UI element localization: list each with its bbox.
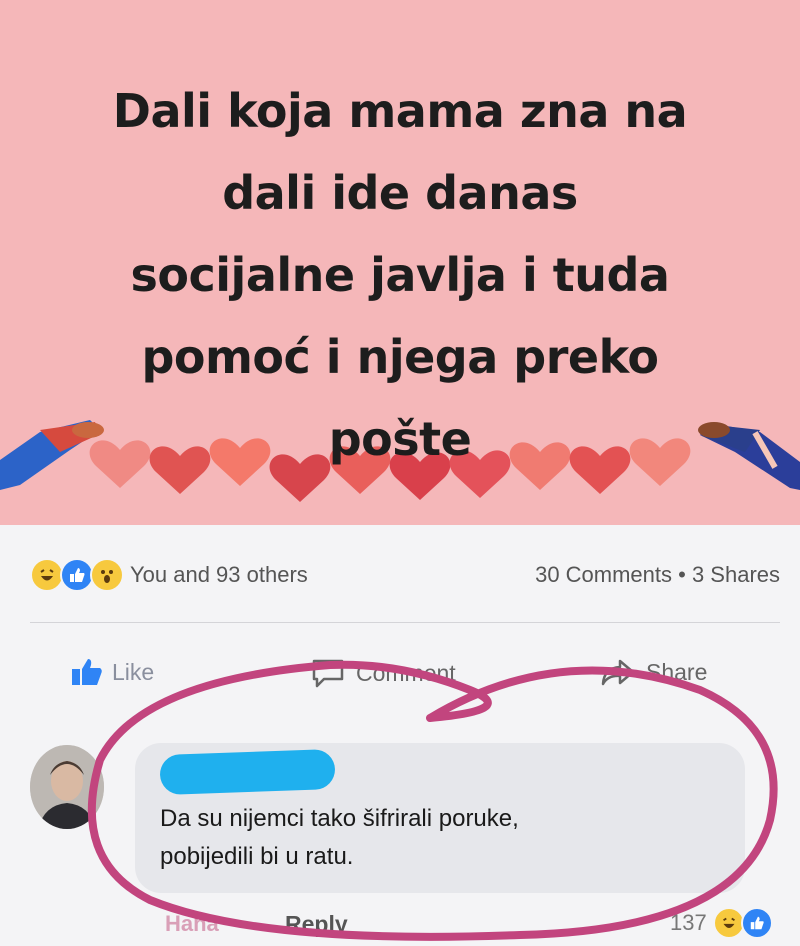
post-actions-bar: Like Comment Share [0,645,800,705]
redacted-author-name[interactable] [159,748,336,796]
comment-text: Da su nijemci tako šifrirali poruke, pob… [160,805,519,870]
like-icon [60,558,94,592]
comment-bubble-icon [312,659,344,688]
like-button[interactable]: Like [70,657,154,687]
post-image-text: Dali koja mama zna na dali ide danas soc… [112,84,688,466]
haha-icon [712,907,745,939]
share-button[interactable]: Share [600,657,707,687]
comment-label: Comment [356,659,456,686]
divider [30,622,780,623]
comment-reactions[interactable]: 137 [670,907,773,939]
post-stats-row: You and 93 others 30 Comments • 3 Shares [30,555,780,595]
reply-button[interactable]: Reply [285,911,348,938]
thumbs-up-icon [72,659,102,685]
post-image[interactable]: Dali koja mama zna na dali ide danas soc… [0,0,800,525]
commenter-avatar[interactable] [30,745,104,829]
wow-icon [90,558,124,592]
reactions-summary[interactable]: You and 93 others [130,562,308,588]
comments-shares-count[interactable]: 30 Comments • 3 Shares [535,562,780,588]
comment-button[interactable]: Comment [310,657,456,689]
comment-reaction-count: 137 [670,910,707,935]
haha-icon [30,558,64,592]
share-label: Share [646,658,708,685]
like-label: Like [112,658,155,685]
comment-timestamp[interactable]: Haha [165,911,219,937]
like-icon [740,907,773,939]
reaction-icons[interactable] [30,558,124,592]
comment-footer: Haha Reply 137 [0,905,800,945]
share-arrow-icon [601,659,635,686]
